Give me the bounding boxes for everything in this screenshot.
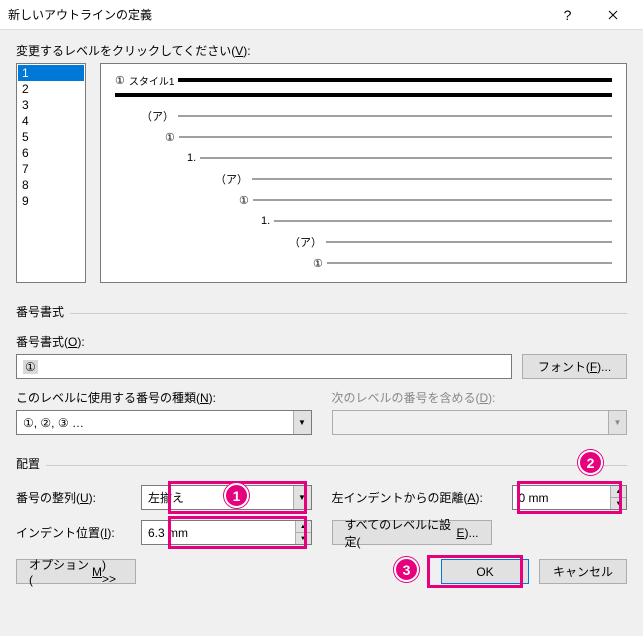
spinner-icon[interactable]: ▲▼ [295, 521, 311, 544]
level-item-4[interactable]: 4 [18, 113, 84, 129]
chevron-down-icon: ▼ [608, 411, 626, 434]
set-all-levels-button[interactable]: すべてのレベルに設定(E)... [332, 520, 492, 545]
level-item-6[interactable]: 6 [18, 145, 84, 161]
titlebar: 新しいアウトラインの定義 ? [0, 0, 643, 30]
window-title: 新しいアウトラインの定義 [8, 6, 545, 23]
level-item-8[interactable]: 8 [18, 177, 84, 193]
indent-pos-label: インデント位置(I): [16, 524, 131, 541]
callout-2: 2 [578, 450, 603, 475]
level-prompt: 変更するレベルをクリックしてください(V): [16, 42, 627, 59]
group-position-label: 配置 [16, 455, 46, 472]
callout-1: 1 [224, 483, 249, 508]
level-item-3[interactable]: 3 [18, 97, 84, 113]
level-item-2[interactable]: 2 [18, 81, 84, 97]
callout-3: 3 [394, 557, 419, 582]
help-button[interactable]: ? [545, 0, 590, 30]
font-button[interactable]: フォント(F)... [522, 354, 627, 379]
outline-preview: ①スタイル1（ア）①1.（ア）①1.（ア）① [100, 63, 627, 283]
level-list[interactable]: 1 2 3 4 5 6 7 8 9 [16, 63, 86, 283]
include-prev-label: 次のレベルの番号を含める(D): [332, 389, 628, 406]
number-type-select[interactable]: ①, ②, ③ … ▼ [16, 410, 312, 435]
chevron-down-icon: ▼ [293, 411, 311, 434]
cancel-button[interactable]: キャンセル [539, 559, 627, 584]
left-indent-label: 左インデントからの距離(A): [332, 489, 502, 506]
left-indent-spin[interactable]: 0 mm ▲▼ [512, 485, 628, 510]
level-item-9[interactable]: 9 [18, 193, 84, 209]
options-button[interactable]: オプション(M) >> [16, 559, 136, 584]
include-prev-select: ▼ [332, 410, 628, 435]
level-item-7[interactable]: 7 [18, 161, 84, 177]
align-label: 番号の整列(U): [16, 489, 131, 506]
ok-button[interactable]: OK [441, 559, 529, 584]
chevron-down-icon: ▼ [293, 486, 311, 509]
close-button[interactable] [590, 0, 635, 30]
number-type-label: このレベルに使用する番号の種類(N): [16, 389, 312, 406]
close-icon [608, 10, 618, 20]
level-item-5[interactable]: 5 [18, 129, 84, 145]
spinner-icon[interactable]: ▲▼ [610, 486, 626, 509]
group-format-label: 番号書式 [16, 303, 70, 320]
format-label: 番号書式(O): [16, 333, 627, 350]
number-format-input[interactable]: ① [16, 354, 512, 379]
level-item-1[interactable]: 1 [18, 65, 84, 81]
indent-pos-spin[interactable]: 6.3 mm ▲▼ [141, 520, 312, 545]
